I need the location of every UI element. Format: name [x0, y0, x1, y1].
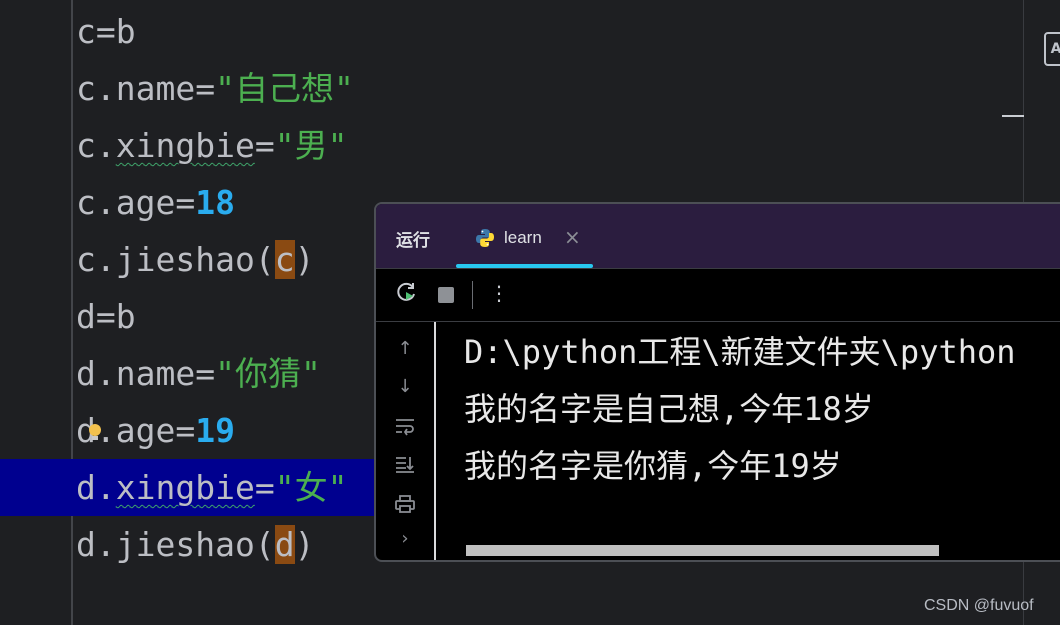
watermark: CSDN @fuvuof	[924, 597, 1034, 614]
soft-wrap-icon[interactable]	[394, 416, 416, 441]
run-panel-header: 运行 learn ×	[376, 204, 1060, 268]
close-icon[interactable]: ×	[564, 225, 581, 249]
ai-assistant-icon[interactable]: A	[1044, 32, 1060, 66]
code-line-current[interactable]: d.xingbie="女"	[0, 459, 376, 516]
code-line[interactable]: d.jieshao(d)	[76, 516, 314, 573]
code-line[interactable]: c=b	[76, 3, 136, 60]
side-toolbar-border	[434, 322, 436, 560]
code-line[interactable]: d.name="你猜"	[76, 345, 321, 402]
scroll-to-end-icon[interactable]	[394, 454, 416, 479]
stop-icon[interactable]	[438, 287, 454, 303]
run-panel: 运行 learn × ⋮ ↑ ↓ › D:\python工程\新建文件夹\pyt…	[374, 202, 1060, 562]
gutter-border	[71, 0, 73, 625]
run-panel-title: 运行	[396, 231, 430, 251]
console-output-line: D:\python工程\新建文件夹\python	[464, 333, 1016, 371]
console-output-line: 我的名字是自己想,今年18岁	[464, 390, 874, 428]
tab-label: learn	[504, 228, 542, 247]
code-line[interactable]: d=b	[76, 288, 136, 345]
lightbulb-base	[92, 436, 98, 440]
print-icon[interactable]	[394, 494, 416, 519]
rerun-icon[interactable]	[396, 281, 418, 308]
code-line[interactable]: c.name="自己想"	[76, 60, 354, 117]
arrow-down-icon[interactable]: ↓	[394, 376, 416, 397]
code-line[interactable]: c.xingbie="男"	[76, 117, 347, 174]
run-side-toolbar: ↑ ↓ ›	[376, 322, 434, 560]
arrow-up-icon[interactable]: ↑	[394, 338, 416, 359]
toolbar-divider	[472, 281, 473, 309]
code-line[interactable]: c.age=18	[76, 174, 235, 231]
run-toolbar: ⋮	[376, 269, 1060, 321]
tab-learn[interactable]: learn ×	[456, 204, 593, 268]
code-line[interactable]: c.jieshao(c)	[76, 231, 314, 288]
toolbar-divider-line	[376, 321, 1060, 322]
chevron-right-icon[interactable]: ›	[394, 528, 416, 549]
more-options-icon[interactable]: ⋮	[489, 281, 509, 305]
console-output-line: 我的名字是你猜,今年19岁	[464, 447, 842, 485]
scroll-marker	[1002, 115, 1024, 117]
horizontal-scrollbar[interactable]	[466, 545, 939, 556]
lightbulb-icon[interactable]	[89, 424, 101, 436]
python-icon	[476, 229, 494, 247]
